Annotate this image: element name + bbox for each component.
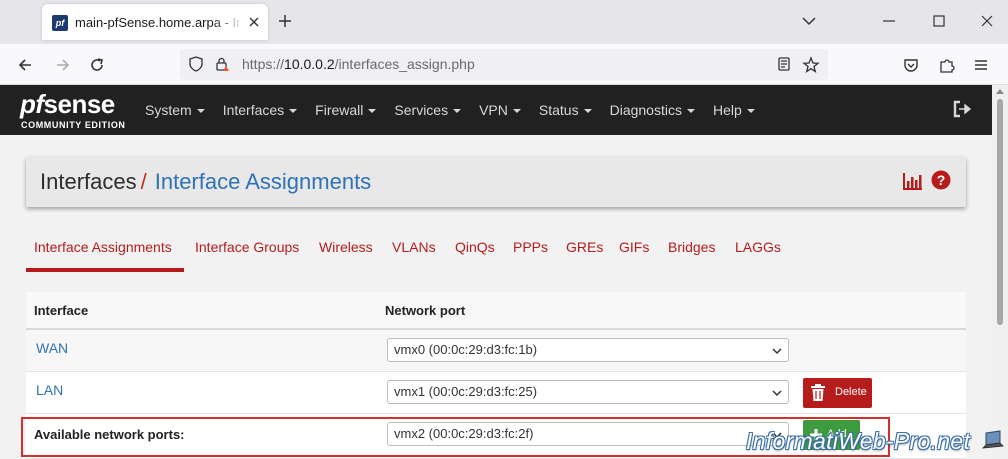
browser-tab[interactable]: pf main-pfSense.home.arpa - Interfaces	[42, 4, 268, 40]
back-arrow-icon[interactable]	[16, 56, 34, 74]
menu-system[interactable]: System	[145, 101, 205, 119]
caret-down-icon	[289, 109, 298, 114]
delete-button-label: Delete	[835, 386, 867, 398]
browser-navigation-bar: https://10.0.0.2/interfaces_assign.php	[0, 44, 1008, 85]
forward-arrow-icon[interactable]	[54, 56, 72, 74]
menu-help[interactable]: Help	[713, 101, 755, 119]
logout-icon[interactable]	[952, 99, 972, 119]
menu-status[interactable]: Status	[539, 101, 592, 119]
list-tabs-chevron-icon[interactable]	[800, 12, 818, 30]
delete-button[interactable]: Delete	[803, 378, 872, 408]
tab-wireless[interactable]: Wireless	[319, 238, 373, 256]
breadcrumb: Interfaces / Interface Assignments ?	[26, 157, 966, 207]
column-header-network-port: Network port	[385, 303, 466, 318]
table-row: WAN vmx0 (00:0c:29:d3:fc:1b)	[26, 330, 966, 372]
tab-gifs[interactable]: GIFs	[619, 238, 649, 256]
caret-down-icon	[512, 109, 521, 114]
table-row: LAN vmx1 (00:0c:29:d3:fc:25) Delete	[26, 372, 966, 414]
bar-chart-icon[interactable]	[903, 172, 923, 190]
tab-qinqs[interactable]: QinQs	[455, 238, 495, 256]
watermark-text: InformatiWeb-Pro.net	[746, 428, 971, 454]
hamburger-menu-icon[interactable]	[972, 56, 990, 74]
reload-icon[interactable]	[88, 56, 106, 74]
tab-bridges[interactable]: Bridges	[668, 238, 715, 256]
menu-firewall[interactable]: Firewall	[315, 101, 377, 119]
svg-text:?: ?	[937, 172, 946, 188]
caret-down-icon	[686, 109, 695, 114]
menu-vpn[interactable]: VPN	[479, 101, 521, 119]
active-tab-indicator	[26, 268, 184, 272]
laptop-watermark-icon	[982, 430, 1004, 449]
tab-strip: Interface Assignments Interface Groups W…	[26, 238, 966, 272]
tracking-protection-shield-icon[interactable]	[188, 56, 204, 72]
pocket-icon[interactable]	[902, 56, 920, 74]
scroll-thumb[interactable]	[997, 99, 1003, 325]
lock-warning-icon[interactable]	[214, 56, 230, 72]
menu-services[interactable]: Services	[394, 101, 462, 119]
tab-ppps[interactable]: PPPs	[513, 238, 548, 256]
pfsense-logo[interactable]: pfsense COMMUNITY EDITION	[20, 89, 132, 133]
maximize-window-icon[interactable]	[930, 12, 948, 30]
trash-icon	[811, 384, 825, 401]
interface-link-wan[interactable]: WAN	[36, 340, 68, 356]
extensions-puzzle-icon[interactable]	[938, 56, 956, 74]
browser-tab-bar: pf main-pfSense.home.arpa - Interfaces	[0, 0, 1008, 44]
scroll-up-arrow-icon[interactable]	[996, 89, 1004, 94]
network-port-select-lan[interactable]: vmx1 (00:0c:29:d3:fc:25)	[387, 380, 789, 404]
page-content: Interfaces / Interface Assignments ? Inter…	[0, 135, 992, 459]
breadcrumb-parent[interactable]: Interfaces	[40, 169, 137, 194]
chevron-down-icon	[772, 390, 782, 397]
caret-down-icon	[453, 109, 462, 114]
new-tab-icon[interactable]	[276, 12, 294, 30]
tab-laggs[interactable]: LAGGs	[735, 238, 781, 256]
network-port-select-wan[interactable]: vmx0 (00:0c:29:d3:fc:1b)	[387, 338, 789, 362]
url-text: https://10.0.0.2/interfaces_assign.php	[242, 56, 475, 72]
page-scrollbar[interactable]	[992, 85, 1008, 459]
caret-down-icon	[583, 109, 592, 114]
pfsense-navbar: pfsense COMMUNITY EDITION System Interfa…	[0, 85, 992, 135]
chevron-down-icon	[772, 348, 782, 355]
menu-interfaces[interactable]: Interfaces	[223, 101, 298, 119]
interface-link-lan[interactable]: LAN	[36, 382, 63, 398]
menu-diagnostics[interactable]: Diagnostics	[610, 101, 695, 119]
tab-interface-groups[interactable]: Interface Groups	[195, 238, 299, 256]
tab-vlans[interactable]: VLANs	[392, 238, 436, 256]
reader-view-icon[interactable]	[776, 56, 792, 72]
column-header-interface: Interface	[34, 303, 89, 318]
address-bar[interactable]: https://10.0.0.2/interfaces_assign.php	[180, 49, 828, 80]
tab-interface-assignments[interactable]: Interface Assignments	[34, 238, 172, 256]
main-menu: System Interfaces Firewall Services VPN …	[145, 101, 773, 119]
caret-down-icon	[746, 109, 755, 114]
tab-gres[interactable]: GREs	[566, 238, 603, 256]
help-question-icon[interactable]: ?	[931, 170, 951, 190]
pfsense-favicon-icon: pf	[52, 15, 68, 31]
close-tab-icon[interactable]	[246, 14, 262, 30]
logo-edition-label: COMMUNITY EDITION	[21, 120, 126, 130]
bookmark-star-icon[interactable]	[802, 56, 820, 74]
minimize-window-icon[interactable]	[880, 12, 898, 30]
table-header-row: Interface Network port	[26, 292, 966, 330]
caret-down-icon	[368, 109, 377, 114]
caret-down-icon	[196, 109, 205, 114]
page-title[interactable]: Interface Assignments	[155, 169, 371, 194]
close-window-icon[interactable]	[978, 12, 996, 30]
breadcrumb-separator: /	[140, 169, 147, 194]
